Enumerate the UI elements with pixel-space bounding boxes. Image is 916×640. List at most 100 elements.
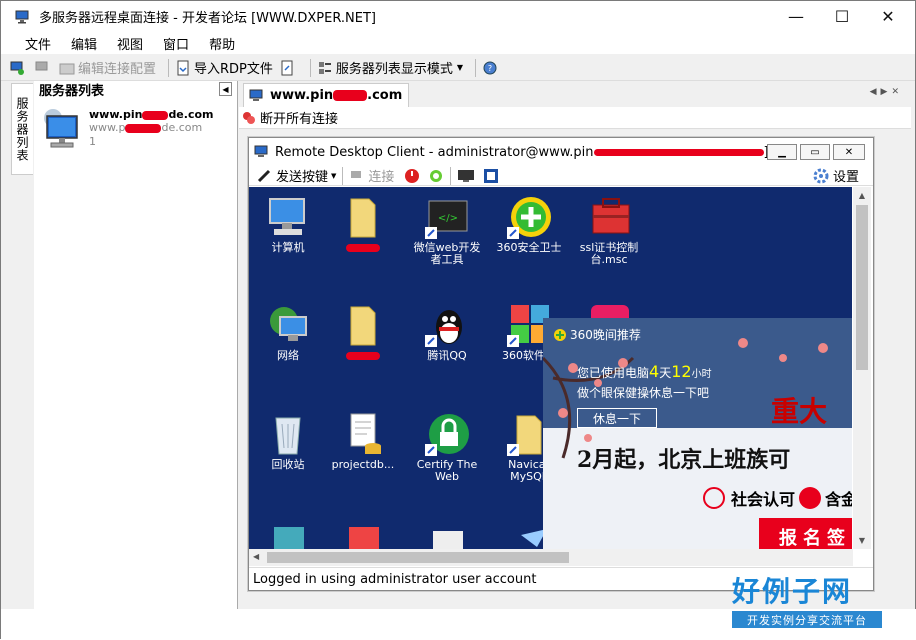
collapse-panel-button[interactable]: ◀ — [219, 82, 232, 96]
toolbar-separator — [342, 166, 344, 185]
app-window: 多服务器远程桌面连接 - 开发者论坛 [WWW.DXPER.NET] — ☐ ✕… — [0, 0, 916, 640]
scroll-down-icon[interactable]: ▼ — [853, 536, 871, 545]
svg-text:</>: </> — [438, 213, 458, 224]
rdp-maximize-button[interactable]: ▭ — [800, 144, 830, 160]
menu-file[interactable]: 文件 — [25, 34, 51, 53]
desktop-icon-app[interactable] — [254, 525, 322, 549]
app-icon — [274, 527, 304, 549]
key-icon — [257, 169, 271, 182]
horizontal-scrollbar[interactable]: ◀ — [249, 549, 853, 566]
tab-server-list[interactable]: 服务器列表 — [11, 83, 33, 175]
lock-shield-icon — [425, 414, 469, 456]
monitor-icon — [44, 109, 78, 148]
scroll-up-icon[interactable]: ▲ — [853, 191, 871, 200]
edit-connection-button[interactable]: 编辑连接配置 — [59, 58, 156, 77]
tab-session[interactable]: www.pin .com — [243, 83, 410, 107]
promo-title: 重大 — [771, 395, 828, 428]
rdp-close-button[interactable]: ✕ — [833, 144, 865, 160]
chevron-down-icon: ▼ — [456, 63, 464, 72]
redaction — [346, 244, 380, 252]
vertical-scrollbar[interactable]: ▲ ▼ — [853, 187, 871, 549]
rdp-connect-button[interactable]: 连接 — [349, 166, 394, 185]
fit-window-icon[interactable] — [483, 168, 499, 184]
rest-message: 做个眼保健操休息一下吧 — [577, 386, 710, 400]
computer-icon — [269, 198, 305, 235]
promo-subline: 社会认可 含金 — [703, 486, 852, 510]
toolbar-separator — [168, 58, 170, 77]
toolbar-separator — [450, 166, 452, 185]
redaction — [593, 148, 764, 156]
app-icon — [349, 527, 379, 549]
disconnect-tool-button[interactable] — [34, 60, 53, 76]
signup-button[interactable]: 报名签 — [779, 524, 851, 549]
desktop-icon-ssl-console[interactable]: ssl证书控制台.msc — [575, 195, 643, 266]
remote-desktop-screen[interactable]: 计算机 </> 微信web开发者工具 360安全卫士 ssl证书控制台.msc — [249, 187, 852, 549]
recycle-bin-icon — [275, 417, 301, 455]
rdp-toolbar: 发送按键 ▼ 连接 设置 — [249, 166, 873, 186]
import-rdp-button[interactable]: 导入RDP文件 — [175, 58, 273, 77]
desktop-icon-recycle-bin[interactable]: 回收站 — [254, 412, 322, 471]
app-icon — [15, 10, 31, 24]
connect-tool-button[interactable] — [9, 60, 28, 76]
network-icon — [270, 307, 307, 341]
server-list-panel: 服务器列表 ◀ www.pin de.com www.p de.com 1 — [34, 81, 238, 609]
gear-icon — [813, 168, 829, 183]
toolbar-separator — [309, 58, 311, 77]
scrollbar-thumb[interactable] — [856, 205, 868, 370]
popup-background — [543, 318, 852, 549]
folder-icon — [350, 198, 376, 238]
server-name: www.pin de.com — [89, 108, 214, 121]
menu-window[interactable]: 窗口 — [163, 34, 189, 53]
promo-headline: 2月起，北京上班族可 — [577, 447, 791, 473]
document-icon — [177, 60, 189, 75]
desktop-icon-app[interactable] — [413, 525, 481, 549]
close-button[interactable]: ✕ — [865, 1, 911, 32]
remote-desktop-window: Remote Desktop Client - administrator@ww… — [248, 137, 874, 591]
desktop-icon-certify[interactable]: Certify The Web — [413, 412, 481, 483]
monitor-icon — [254, 145, 268, 157]
rdp-title-bar: Remote Desktop Client - administrator@ww… — [249, 138, 873, 166]
tab-navigation[interactable]: ◀▶✕ — [870, 87, 903, 97]
desktop-icon-app[interactable] — [329, 525, 397, 549]
fullscreen-icon[interactable] — [457, 169, 475, 183]
shield-plus-icon — [507, 197, 551, 239]
database-file-icon — [350, 413, 381, 454]
desktop-icon-360-safe[interactable]: 360安全卫士 — [495, 195, 563, 254]
menu-view[interactable]: 视图 — [117, 34, 143, 53]
toolbar-separator — [475, 58, 477, 77]
rdp-minimize-button[interactable]: ▁ — [767, 144, 797, 160]
disconnect-icon — [35, 61, 48, 70]
desktop-icon-network[interactable]: 网络 — [254, 303, 322, 362]
desktop-icon-folder-2[interactable] — [329, 303, 397, 362]
minimize-button[interactable]: — — [773, 1, 819, 32]
desktop-icon-folder[interactable] — [329, 195, 397, 254]
rdp-settings-button[interactable]: 设置 — [813, 166, 859, 185]
popup-header: 360晚间推荐 — [553, 326, 641, 343]
power-icon[interactable] — [404, 168, 420, 184]
server-item[interactable]: www.pin de.com www.p de.com 1 — [34, 108, 237, 168]
circle-icon — [703, 487, 725, 509]
globe-icon: ? — [483, 61, 497, 74]
promo-popup[interactable]: 360晚间推荐 您已使用电脑4天12小时 做个眼保健操休息一下吧 休息一下 重大… — [543, 318, 852, 549]
scrollbar-thumb[interactable] — [267, 552, 569, 563]
menu-help[interactable]: 帮助 — [209, 34, 235, 53]
desktop-icon-computer[interactable]: 计算机 — [254, 195, 322, 254]
menu-bar: 文件 编辑 视图 窗口 帮助 — [1, 32, 915, 54]
send-keys-button[interactable]: 发送按键 ▼ — [257, 166, 336, 185]
disconnect-all-button[interactable]: 断开所有连接 — [260, 108, 338, 127]
desktop-icon-wechat-devtools[interactable]: </> 微信web开发者工具 — [413, 195, 481, 266]
plus-badge-icon — [554, 328, 566, 341]
list-mode-dropdown[interactable]: 服务器列表显示模式 ▼ — [317, 58, 463, 77]
about-button[interactable]: ? — [482, 60, 501, 76]
maximize-button[interactable]: ☐ — [819, 1, 865, 32]
rest-button[interactable]: 休息一下 — [577, 408, 657, 428]
refresh-icon[interactable] — [428, 168, 444, 184]
scroll-left-icon[interactable]: ◀ — [253, 552, 259, 561]
folder-icon — [59, 63, 75, 74]
folder-icon — [350, 306, 376, 346]
menu-edit[interactable]: 编辑 — [71, 34, 97, 53]
desktop-icon-qq[interactable]: 腾讯QQ — [413, 303, 481, 362]
desktop-icon-projectdb[interactable]: projectdb... — [329, 412, 397, 471]
save-rdp-button[interactable] — [279, 60, 298, 76]
session-toolbar: 断开所有连接 — [239, 107, 911, 129]
